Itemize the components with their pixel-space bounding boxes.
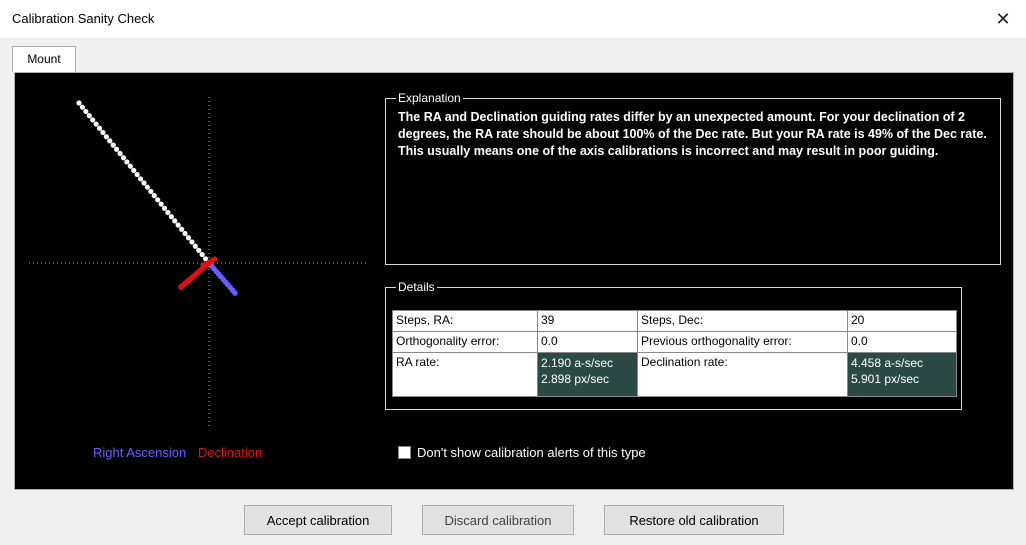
ra-point [189,239,195,245]
ra-point [83,108,89,115]
steps-dec-label: Steps, Dec: [637,310,848,332]
ra-point [161,205,168,211]
ra-point [196,247,202,253]
close-button[interactable]: ✕ [980,0,1026,38]
steps-ra-label: Steps, RA: [392,310,538,332]
discard-calibration-label: Discard calibration [444,512,552,528]
close-icon: ✕ [995,8,1011,29]
ra-point [79,104,86,110]
ra-return-point [232,290,238,296]
window-title: Calibration Sanity Check [12,11,155,26]
accept-calibration-button[interactable]: Accept calibration [244,505,392,535]
ra-point [158,201,164,207]
details-title: Details [398,280,435,294]
ra-point [93,121,99,127]
table-row: Orthogonality error: 0.0 Previous orthog… [392,331,957,353]
dec-points [178,256,218,290]
ra-point [151,193,157,199]
accept-calibration-label: Accept calibration [266,512,370,528]
ra-point [141,180,147,186]
ra-point [185,235,192,241]
table-row: Steps, RA: 39 Steps, Dec: 20 [392,310,957,332]
ra-point [117,150,123,157]
title-bar: Calibration Sanity Check ✕ [0,0,1026,38]
prev-ortho-error-value: 0.0 [847,331,957,353]
dec-point [178,284,184,290]
steps-ra-value: 39 [537,310,638,332]
ra-point [103,134,109,140]
ra-point [124,159,130,165]
ortho-error-label: Orthogonality error: [392,331,538,353]
ra-point [76,100,82,106]
table-row: RA rate: 2.190 a-s/sec 2.898 px/sec Decl… [392,352,957,397]
ra-point [100,129,106,136]
ra-rate-label: RA rate: [392,352,538,397]
ortho-error-value: 0.0 [537,331,638,353]
ra-point [148,188,154,195]
ra-point [127,163,133,169]
ra-point [90,117,96,123]
dec-rate-label: Declination rate: [637,352,848,397]
mount-panel: Right Ascension Declination Explanation … [14,72,1014,490]
tab-mount[interactable]: Mount [12,46,76,72]
legend-dec: Declination [197,445,263,460]
ra-point [182,230,188,237]
ra-point [134,171,140,178]
ra-point [107,138,113,144]
ra-point [96,125,103,131]
plot-legend: Right Ascension Declination [93,445,262,460]
ra-point [168,214,174,220]
ra-rate-value: 2.190 a-s/sec 2.898 px/sec [537,352,638,397]
ra-point [172,218,178,224]
ra-point [179,226,185,232]
ra-point [192,243,198,249]
explanation-group: Explanation The RA and Declination guidi… [385,91,1001,265]
ra-point [131,167,137,173]
ra-point [137,176,144,182]
ra-point [110,142,116,148]
dont-show-alerts-row[interactable]: Don't show calibration alerts of this ty… [398,445,646,460]
steps-dec-value: 20 [847,310,957,332]
ra-point [86,113,92,119]
ra-point [114,146,120,152]
dont-show-alerts-checkbox[interactable] [398,446,411,459]
ra-point [175,222,181,228]
ra-point [144,184,151,190]
ra-point [199,251,205,258]
discard-calibration-button[interactable]: Discard calibration [422,505,574,535]
calibration-plot [29,97,369,427]
details-group: Details Steps, RA: 39 Steps, Dec: 20 Ort… [385,280,962,410]
prev-ortho-error-label: Previous orthogonality error: [637,331,848,353]
details-table: Steps, RA: 39 Steps, Dec: 20 Orthogonali… [392,310,957,397]
dont-show-alerts-label: Don't show calibration alerts of this ty… [417,445,646,460]
ra-point [165,209,171,216]
explanation-text: The RA and Declination guiding rates dif… [398,110,987,158]
restore-old-calibration-label: Restore old calibration [629,512,759,528]
dec-rate-value: 4.458 a-s/sec 5.901 px/sec [847,352,957,397]
tab-label: Mount [27,52,61,66]
restore-old-calibration-button[interactable]: Restore old calibration [604,505,784,535]
legend-ra: Right Ascension [93,445,187,460]
ra-point [155,197,161,203]
ra-points [76,100,238,296]
explanation-title: Explanation [398,91,461,105]
dec-return-point [200,262,206,268]
ra-point [120,155,127,161]
